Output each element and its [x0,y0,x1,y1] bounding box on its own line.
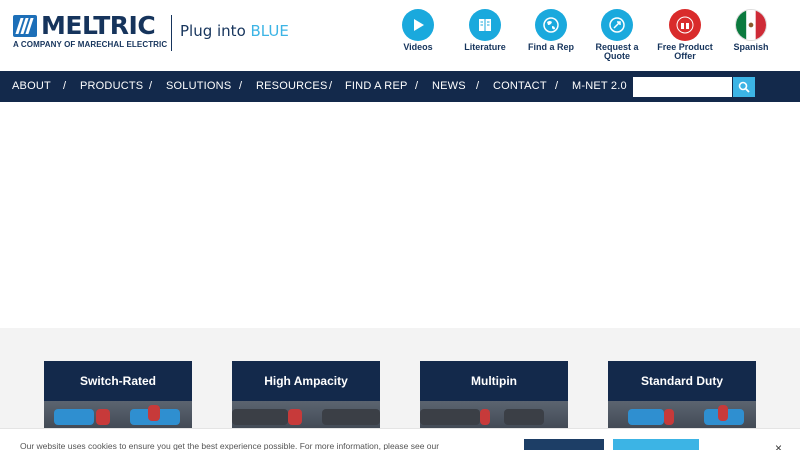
hero-area [0,102,800,328]
free-badge-icon [669,9,701,41]
nav-item-products[interactable]: PRODUCTS [80,80,143,92]
quick-link-label: Free Product Offer [657,42,713,61]
quick-link-videos[interactable]: Videos [385,9,451,52]
site-header: MELTRIC A COMPANY OF MARECHAL ELECTRIC P… [0,0,800,71]
nav-item-find-a-rep[interactable]: FIND A REP [345,80,408,92]
cookie-text: Our website uses cookies to ensure you g… [20,441,440,450]
quick-link-label: Spanish [733,42,769,52]
close-icon[interactable]: × [775,441,782,450]
quick-link-free-offer[interactable]: Free Product Offer [652,9,718,61]
quick-link-label: Videos [403,42,433,52]
quick-link-label: Request a Quote [595,42,639,61]
tagline-accent: BLUE [250,22,289,40]
globe-icon [535,9,567,41]
quick-link-label: Find a Rep [527,42,574,52]
tagline-main: Plug into [180,22,251,40]
accept-cookies-button[interactable] [613,439,699,450]
quick-link-literature[interactable]: Literature [452,9,518,52]
search-icon [738,81,750,93]
nav-separator: / [555,80,559,92]
nav-separator: / [329,80,333,92]
logo-subtitle: A COMPANY OF MARECHAL ELECTRIC [13,40,168,49]
nav-item-news[interactable]: NEWS [432,80,466,92]
quote-icon [601,9,633,41]
header-divider [171,15,172,51]
logo-text: MELTRIC [41,11,156,40]
quick-link-spanish[interactable]: Spanish [718,9,784,52]
card-title: High Ampacity [232,361,380,401]
card-title: Multipin [420,361,568,401]
nav-separator: / [239,80,243,92]
tagline: Plug into BLUE [180,22,289,40]
quick-link-find-rep[interactable]: Find a Rep [518,9,584,52]
nav-separator: / [149,80,153,92]
search-button[interactable] [733,77,755,97]
cookie-settings-button[interactable] [524,439,604,450]
nav-item-contact[interactable]: CONTACT [493,80,547,92]
nav-separator: / [63,80,67,92]
meltric-logo[interactable]: MELTRIC A COMPANY OF MARECHAL ELECTRIC [13,11,168,51]
nav-item-resources[interactable]: RESOURCES [256,80,327,92]
quick-link-request-quote[interactable]: Request a Quote [584,9,650,61]
cookie-banner: Our website uses cookies to ensure you g… [0,428,800,450]
logo-mark-icon [13,15,37,37]
nav-item-m-net[interactable]: M-NET 2.0 [572,80,627,92]
nav-item-about[interactable]: ABOUT [12,80,51,92]
nav-separator: / [476,80,480,92]
card-title: Standard Duty [608,361,756,401]
book-icon [469,9,501,41]
quick-links: Videos Literature Find a Rep Request a Q… [396,9,780,65]
quick-link-label: Literature [464,42,506,52]
mexico-flag-icon [735,9,767,41]
nav-item-solutions[interactable]: SOLUTIONS [166,80,231,92]
nav-separator: / [415,80,419,92]
play-icon [402,9,434,41]
search-input[interactable] [633,77,732,97]
card-title: Switch-Rated [44,361,192,401]
